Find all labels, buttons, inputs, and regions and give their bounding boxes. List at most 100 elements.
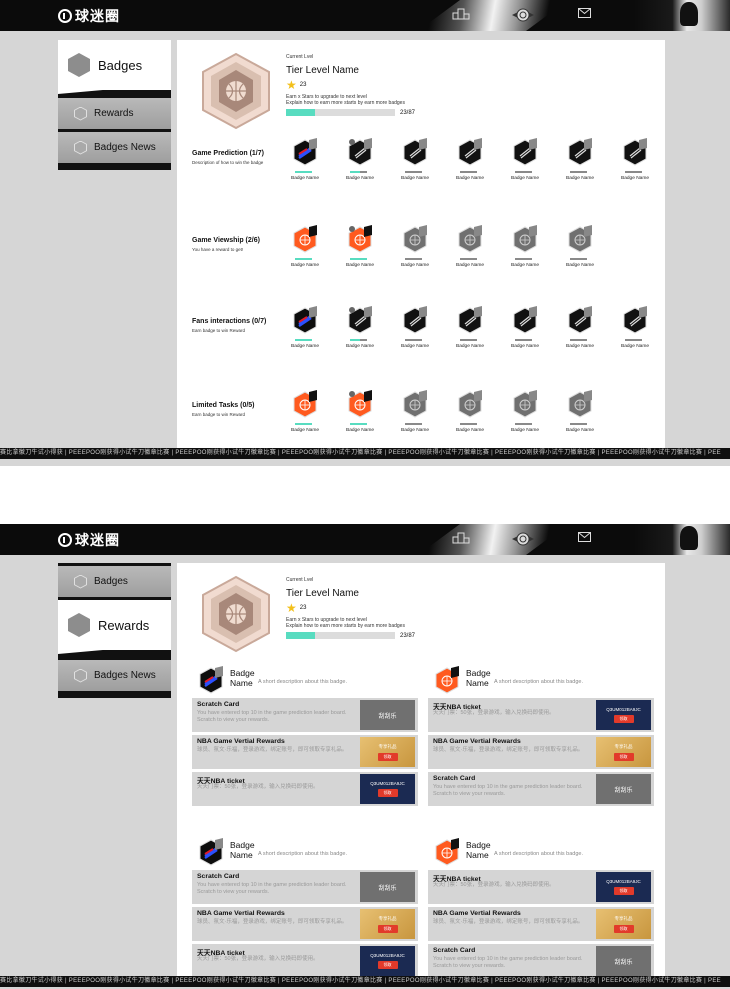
badge-progress-bar	[625, 171, 642, 173]
badge-item[interactable]: Badge Name	[340, 390, 380, 438]
badge-item[interactable]: Badge Name	[505, 306, 545, 354]
badge-item[interactable]: Badge Name	[285, 390, 325, 438]
claim-button[interactable]: 领取	[613, 752, 634, 761]
badge-icon	[198, 838, 223, 866]
reward-card[interactable]: NBA Game Vertial Rewards 球员、氛文·乐福，登录游戏，绑定…	[428, 907, 654, 941]
reward-thumbnail[interactable]: Q3UM012BA9JC 领取	[596, 700, 651, 730]
badge-item[interactable]: Badge Name	[285, 306, 325, 354]
sidebar-item-badges[interactable]: Badges	[58, 40, 171, 94]
reward-card[interactable]: 天天NBA ticket 天天门票：50张，登录游戏，输入兑换码即使用。 Q3UM0…	[192, 944, 418, 978]
player-avatar[interactable]	[634, 0, 730, 31]
reward-thumbnail-text: 刮刮乐	[378, 713, 397, 720]
badge-item[interactable]: Badge Name	[505, 225, 545, 273]
reward-card[interactable]: Scratch Card You have entered top 10 in t…	[428, 772, 654, 806]
reward-card[interactable]: Scratch Card You have entered top 10 in t…	[192, 698, 418, 732]
sidebar-item-badges[interactable]: Badges	[58, 566, 171, 597]
badge-name: Badge Name	[346, 176, 374, 181]
podium-icon[interactable]	[452, 8, 470, 20]
badge-item[interactable]: Badge Name	[450, 390, 490, 438]
badge-item[interactable]: Badge Name	[340, 138, 380, 186]
reward-card[interactable]: 天天NBA ticket 天天门票：50张，登录游戏，输入兑换码即使用。 Q3UM0…	[428, 870, 654, 904]
badge-item[interactable]: Badge Name	[340, 306, 380, 354]
badge-icon	[567, 225, 593, 253]
reward-group-header: Badge Name A short description about this…	[428, 834, 654, 870]
badge-name: Badge Name	[456, 263, 484, 268]
hexagon-icon	[74, 106, 87, 121]
reward-thumbnail[interactable]: 刮刮乐	[360, 872, 415, 902]
reward-thumbnail[interactable]: Q3UM012BA9JC 领取	[596, 872, 651, 902]
badge-name: Badge Name	[511, 344, 539, 349]
reward-thumbnail[interactable]: 专享礼品 领取	[360, 737, 415, 767]
reward-card[interactable]: Scratch Card You have entered top 10 in t…	[192, 870, 418, 904]
reward-thumbnail-text: 专享礼品	[614, 743, 633, 749]
badge-item[interactable]: Badge Name	[615, 138, 655, 186]
reward-thumbnail[interactable]: 专享礼品 领取	[596, 737, 651, 767]
rewards-panel: Current Lvel Tier Level Name ★ 23 Earn x…	[177, 563, 665, 983]
sidebar-item-rewards[interactable]: Rewards	[58, 600, 171, 654]
badge-item[interactable]: Badge Name	[395, 390, 435, 438]
badge-list: Badge Name Badge Name Badge Name Badge Name…	[285, 225, 660, 273]
claim-button[interactable]: 领取	[613, 924, 634, 933]
reward-card[interactable]: NBA Game Vertial Rewards 球员、氛文·乐福，登录游戏，绑定…	[428, 735, 654, 769]
reward-thumbnail[interactable]: Q3UM012BA9JC 领取	[360, 774, 415, 804]
badge-progress-bar	[405, 171, 422, 173]
podium-icon[interactable]	[452, 532, 470, 544]
reward-card-description: You have entered top 10 in the game pred…	[197, 882, 347, 895]
reward-card-title: NBA Game Vertial Rewards	[197, 910, 285, 917]
badge-icon	[198, 666, 223, 694]
reward-card[interactable]: Scratch Card You have entered top 10 in t…	[428, 944, 654, 978]
badge-name: Badge Name	[346, 428, 374, 433]
badge-item[interactable]: Badge Name	[505, 390, 545, 438]
claim-button[interactable]: 领取	[613, 887, 634, 895]
claim-button[interactable]: 领取	[377, 789, 398, 797]
sidebar-item-badges-news[interactable]: Badges News	[58, 132, 171, 163]
claim-button[interactable]: 领取	[377, 752, 398, 761]
reward-thumbnail[interactable]: 专享礼品 领取	[596, 909, 651, 939]
mail-icon[interactable]	[578, 532, 591, 542]
reward-thumbnail[interactable]: 专享礼品 领取	[360, 909, 415, 939]
badge-item[interactable]: Badge Name	[450, 225, 490, 273]
badge-item[interactable]: Badge Name	[560, 225, 600, 273]
badge-item[interactable]: Badge Name	[560, 138, 600, 186]
reward-card[interactable]: NBA Game Vertial Rewards 球员、氛文·乐福，登录游戏，绑定…	[192, 907, 418, 941]
reward-card[interactable]: NBA Game Vertial Rewards 球员、氛文·乐福，登录游戏，绑定…	[192, 735, 418, 769]
badge-item[interactable]: Badge Name	[560, 306, 600, 354]
claim-button[interactable]: 领取	[377, 961, 398, 969]
badge-icon	[292, 306, 318, 334]
mail-icon[interactable]	[578, 8, 591, 18]
sidebar-item-rewards[interactable]: Rewards	[58, 98, 171, 129]
sidebar-item-badges-news[interactable]: Badges News	[58, 660, 171, 691]
emblem-icon[interactable]	[511, 7, 535, 23]
badge-item[interactable]: Badge Name	[505, 138, 545, 186]
reward-thumbnail[interactable]: 刮刮乐	[596, 946, 651, 976]
badge-name: Badge Name	[566, 344, 594, 349]
emblem-icon[interactable]	[511, 531, 535, 547]
reward-card[interactable]: 天天NBA ticket 天天门票：50张，登录游戏，输入兑换码即使用。 Q3UM0…	[428, 698, 654, 732]
badge-item[interactable]: Badge Name	[450, 138, 490, 186]
badge-item[interactable]: Badge Name	[285, 138, 325, 186]
reward-thumbnail[interactable]: 刮刮乐	[360, 700, 415, 730]
badge-item[interactable]: Badge Name	[560, 390, 600, 438]
badge-item[interactable]: Badge Name	[395, 306, 435, 354]
badge-name: Badge Name	[291, 176, 319, 181]
brand-logo[interactable]: 球迷圈	[58, 6, 120, 26]
badge-item[interactable]: Badge Name	[340, 225, 380, 273]
player-avatar[interactable]	[634, 524, 730, 555]
claim-button[interactable]: 领取	[377, 924, 398, 933]
reward-thumbnail[interactable]: Q3UM012BA9JC 领取	[360, 946, 415, 976]
badge-item[interactable]: Badge Name	[395, 138, 435, 186]
reward-card[interactable]: 天天NBA ticket 天天门票：50张，登录游戏，输入兑换码即使用。 Q3UM0…	[192, 772, 418, 806]
badge-item[interactable]: Badge Name	[450, 306, 490, 354]
badge-list: Badge Name Badge Name Badge Name Badge Name…	[285, 138, 660, 186]
badges-screen: 球迷圈 Badges Rewards Badges News Current L…	[0, 0, 730, 466]
reward-thumbnail[interactable]: 刮刮乐	[596, 774, 651, 804]
reward-card-description: 天天门票：50张，登录游戏，输入兑换码即使用。	[197, 956, 319, 962]
badge-item[interactable]: Badge Name	[615, 306, 655, 354]
badge-item[interactable]: Badge Name	[395, 225, 435, 273]
badge-item[interactable]: Badge Name	[285, 225, 325, 273]
claim-button[interactable]: 领取	[613, 715, 634, 723]
badge-progress-bar	[460, 258, 477, 260]
brand-logo[interactable]: 球迷圈	[58, 530, 120, 550]
badge-progress-bar	[295, 258, 312, 260]
tier-hint-line: Explain how to earn more starts by earn …	[286, 623, 405, 629]
